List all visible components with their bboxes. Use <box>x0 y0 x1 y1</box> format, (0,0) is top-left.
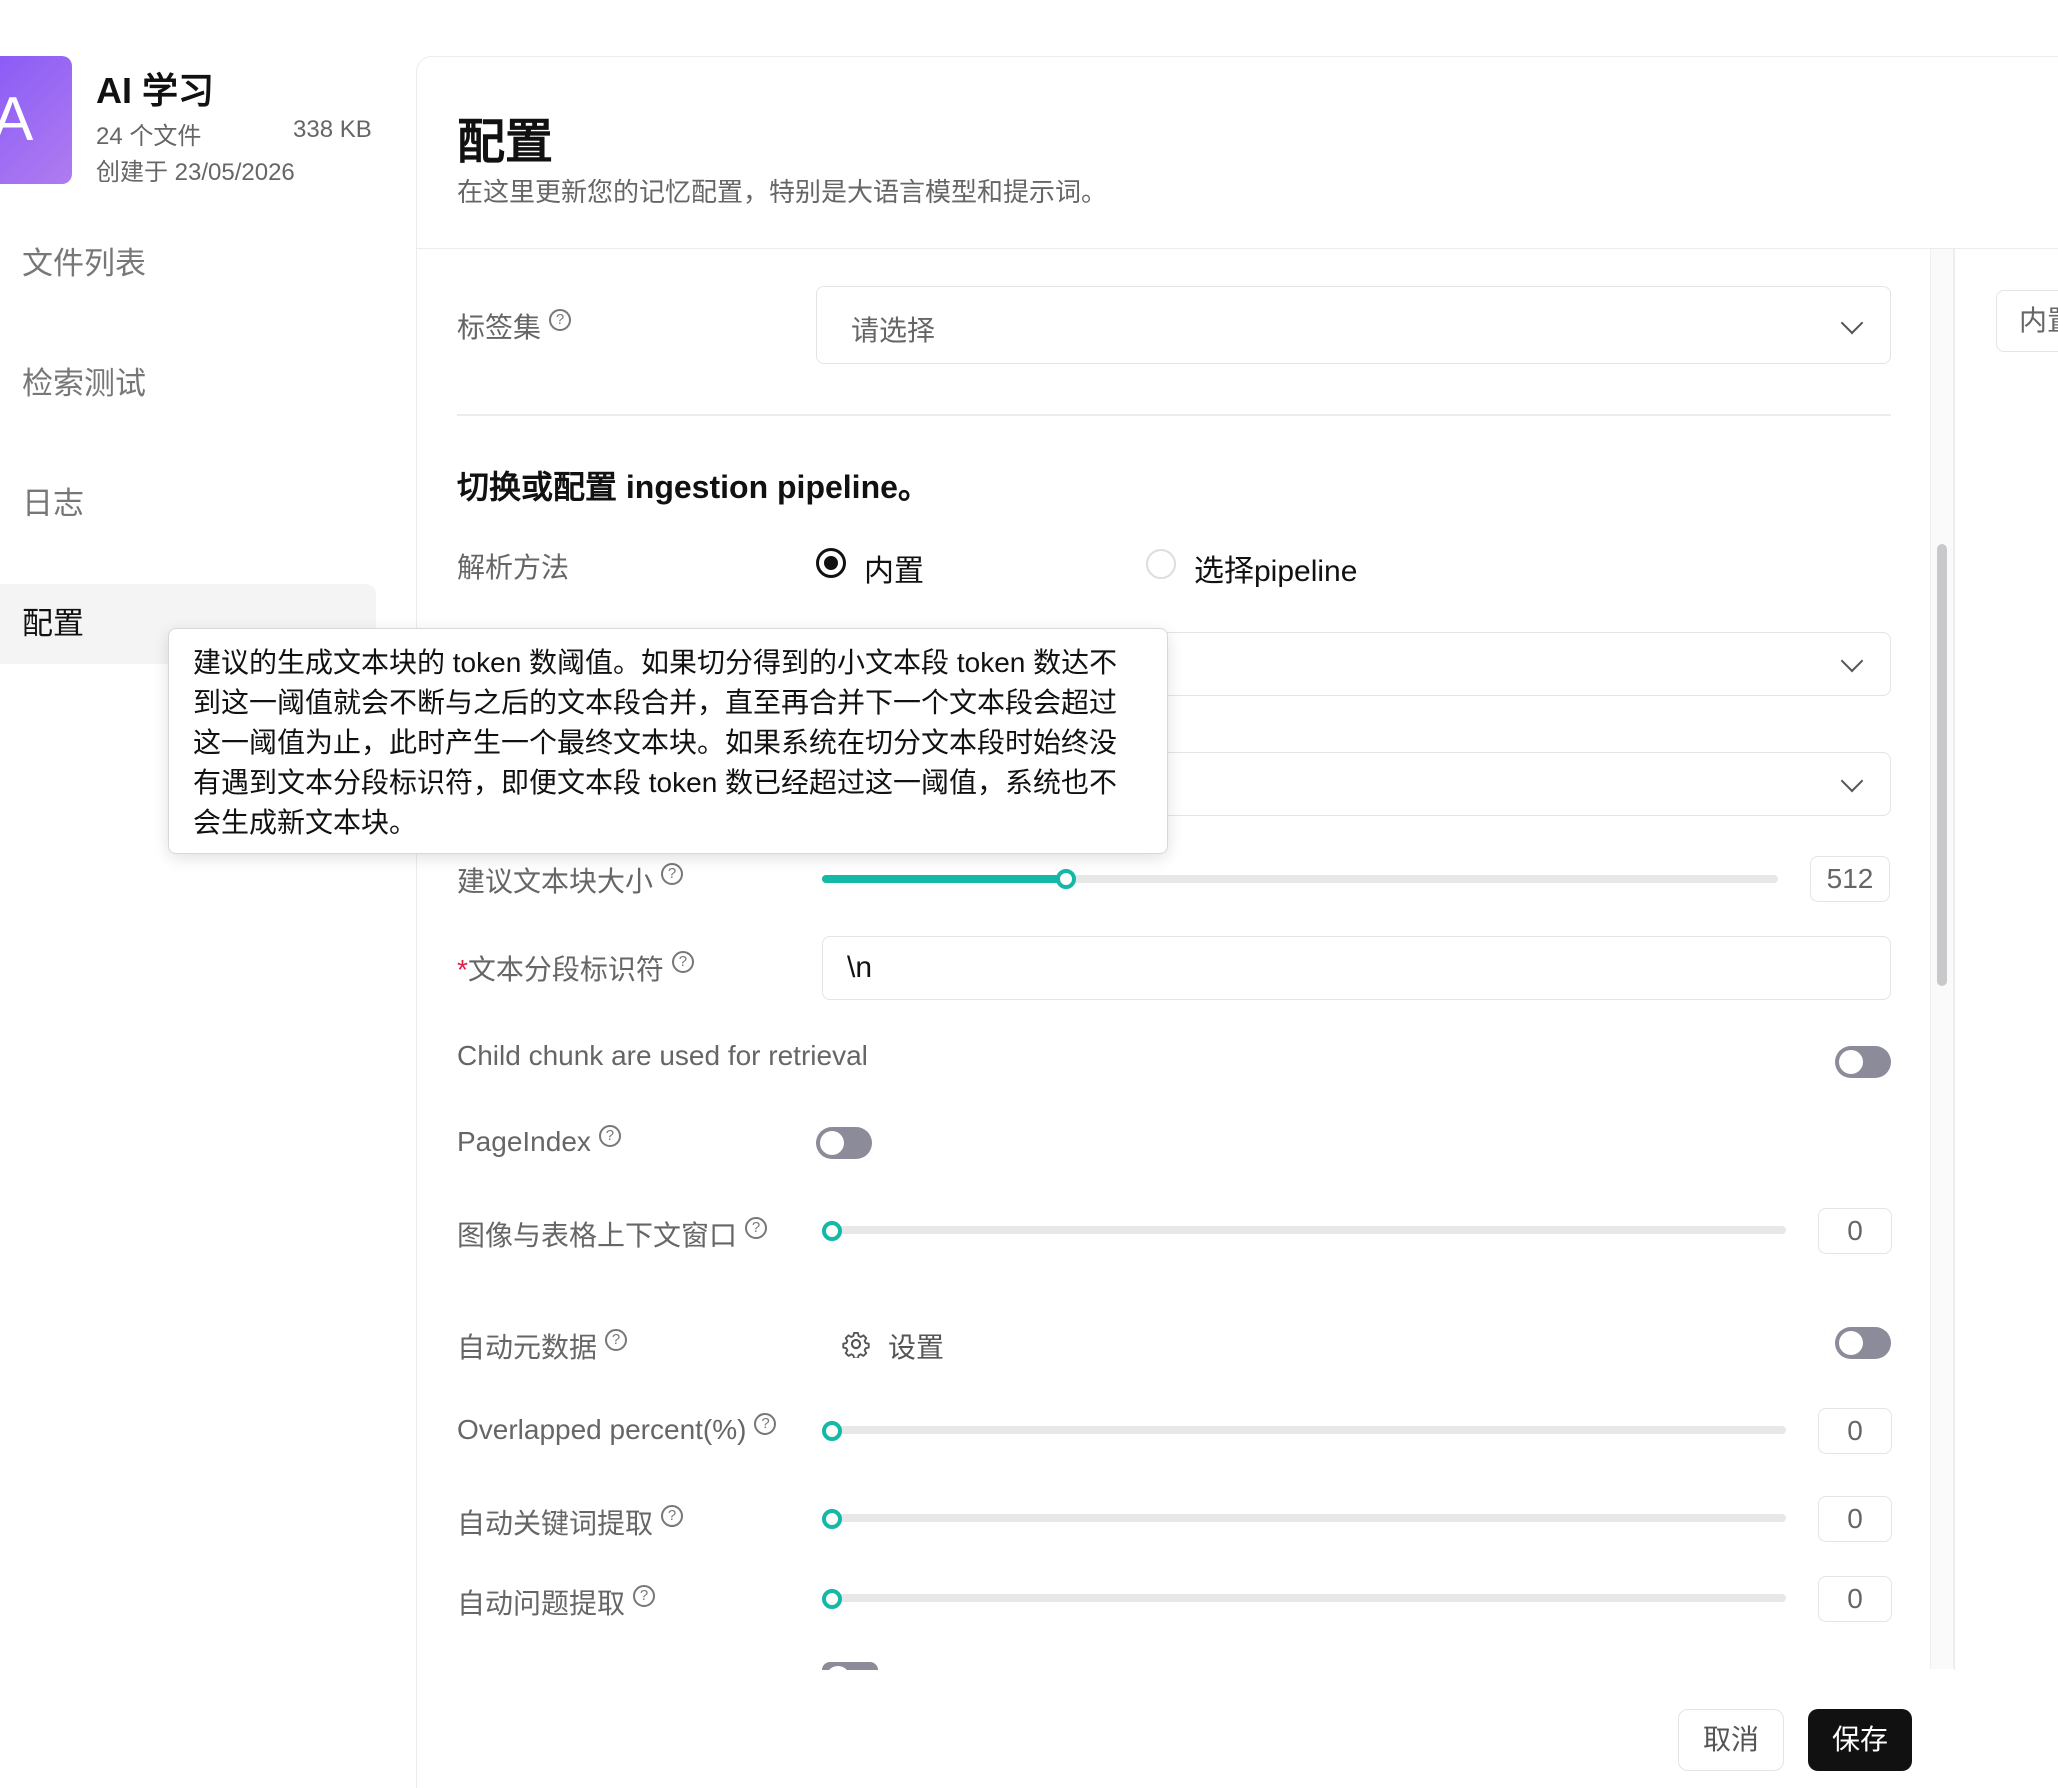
overlapped-percent-slider-thumb[interactable] <box>822 1421 842 1441</box>
image-table-context-slider-track[interactable] <box>822 1226 1786 1234</box>
section-heading: 切换或配置 ingestion pipeline。 <box>457 469 930 505</box>
auto-keywords-input[interactable]: 0 <box>1818 1496 1892 1542</box>
tag-set-placeholder: 请选择 <box>851 315 936 346</box>
overlapped-percent-input[interactable]: 0 <box>1818 1408 1892 1454</box>
required-mark: * <box>457 954 468 985</box>
chunk-size-input[interactable]: 512 <box>1810 856 1890 902</box>
help-icon[interactable]: ? <box>745 1217 768 1239</box>
sidebar-item-retrieval-test[interactable]: 检索测试 <box>0 344 376 424</box>
parser-select[interactable] <box>1100 632 1891 696</box>
page-index-label: PageIndex ? <box>457 1125 621 1158</box>
kb-title: AI 学习 <box>96 70 215 111</box>
sidebar-item-files[interactable]: 文件列表 <box>0 224 376 304</box>
radio-pipeline[interactable] <box>1146 549 1176 579</box>
scrollbar-thumb[interactable] <box>1937 544 1947 986</box>
chunk-size-slider-fill <box>822 875 1066 883</box>
chunk-size-label: 建议文本块大小 ? <box>457 860 684 900</box>
overlapped-percent-label: Overlapped percent(%) ? <box>457 1413 777 1446</box>
sidebar-item-logs[interactable]: 日志 <box>0 464 376 544</box>
chunk-size-slider-thumb[interactable] <box>1056 869 1076 889</box>
auto-keywords-slider-thumb[interactable] <box>822 1509 842 1529</box>
image-table-context-label: 图像与表格上下文窗口 ? <box>457 1214 768 1254</box>
page-index-toggle[interactable] <box>816 1127 872 1159</box>
metadata-settings-link[interactable]: 设置 <box>888 1326 944 1366</box>
save-button[interactable]: 保存 <box>1808 1709 1912 1771</box>
radio-builtin-label[interactable]: 内置 <box>864 546 924 590</box>
kb-created-date: 创建于 23/05/2026 <box>96 159 295 186</box>
tag-set-select[interactable]: 请选择 <box>816 286 1891 364</box>
help-icon[interactable]: ? <box>661 1505 684 1527</box>
delimiter-input[interactable]: \n <box>822 936 1891 1000</box>
auto-metadata-label: 自动元数据 ? <box>457 1326 628 1366</box>
child-chunk-label: Child chunk are used for retrieval <box>457 1040 868 1071</box>
chevron-down-icon <box>1840 311 1864 335</box>
page-description: 在这里更新您的记忆配置，特别是大语言模型和提示词。 <box>457 177 1108 207</box>
help-icon[interactable]: ? <box>671 951 694 973</box>
gear-icon[interactable] <box>842 1330 870 1358</box>
auto-questions-input[interactable]: 0 <box>1818 1576 1892 1622</box>
help-icon[interactable]: ? <box>661 863 684 885</box>
delimiter-label: *文本分段标识符 ? <box>457 948 694 988</box>
page-title: 配置 <box>457 116 554 169</box>
help-icon[interactable]: ? <box>633 1585 656 1607</box>
image-table-context-slider-thumb[interactable] <box>822 1221 842 1241</box>
auto-questions-slider-track[interactable] <box>822 1594 1786 1602</box>
child-chunk-toggle[interactable] <box>1835 1046 1891 1078</box>
kb-size: 338 KB <box>293 116 372 143</box>
kb-file-count: 24 个文件 <box>96 123 202 150</box>
kb-avatar: A <box>0 56 72 184</box>
radio-pipeline-label[interactable]: 选择pipeline <box>1194 546 1357 590</box>
column-divider <box>1954 249 1955 1788</box>
help-icon[interactable]: ? <box>598 1125 621 1147</box>
image-table-context-input[interactable]: 0 <box>1818 1208 1892 1254</box>
radio-builtin[interactable] <box>816 548 846 578</box>
overlapped-percent-slider-track[interactable] <box>822 1426 1786 1434</box>
cancel-button[interactable]: 取消 <box>1678 1709 1784 1771</box>
embedding-model-select[interactable] <box>1100 752 1891 816</box>
help-icon[interactable]: ? <box>549 309 572 331</box>
chevron-down-icon <box>1840 649 1864 673</box>
auto-metadata-toggle[interactable] <box>1835 1327 1891 1359</box>
help-icon[interactable]: ? <box>754 1413 777 1435</box>
auto-keywords-slider-track[interactable] <box>822 1514 1786 1522</box>
auto-keywords-label: 自动关键词提取 ? <box>457 1502 684 1542</box>
section-divider <box>457 414 1891 416</box>
chevron-down-icon <box>1840 769 1864 793</box>
parse-method-label: 解析方法 <box>457 552 570 583</box>
auto-questions-label: 自动问题提取 ? <box>457 1582 656 1622</box>
auto-questions-slider-thumb[interactable] <box>822 1589 842 1609</box>
help-icon[interactable]: ? <box>605 1329 628 1351</box>
chunk-size-tooltip: 建议的生成文本块的 token 数阈值。如果切分得到的小文本段 token 数达… <box>168 628 1168 854</box>
tag-set-label: 标签集 ? <box>457 306 572 346</box>
right-panel-tab[interactable]: 内置 <box>1996 290 2058 352</box>
header-divider <box>417 248 2058 249</box>
